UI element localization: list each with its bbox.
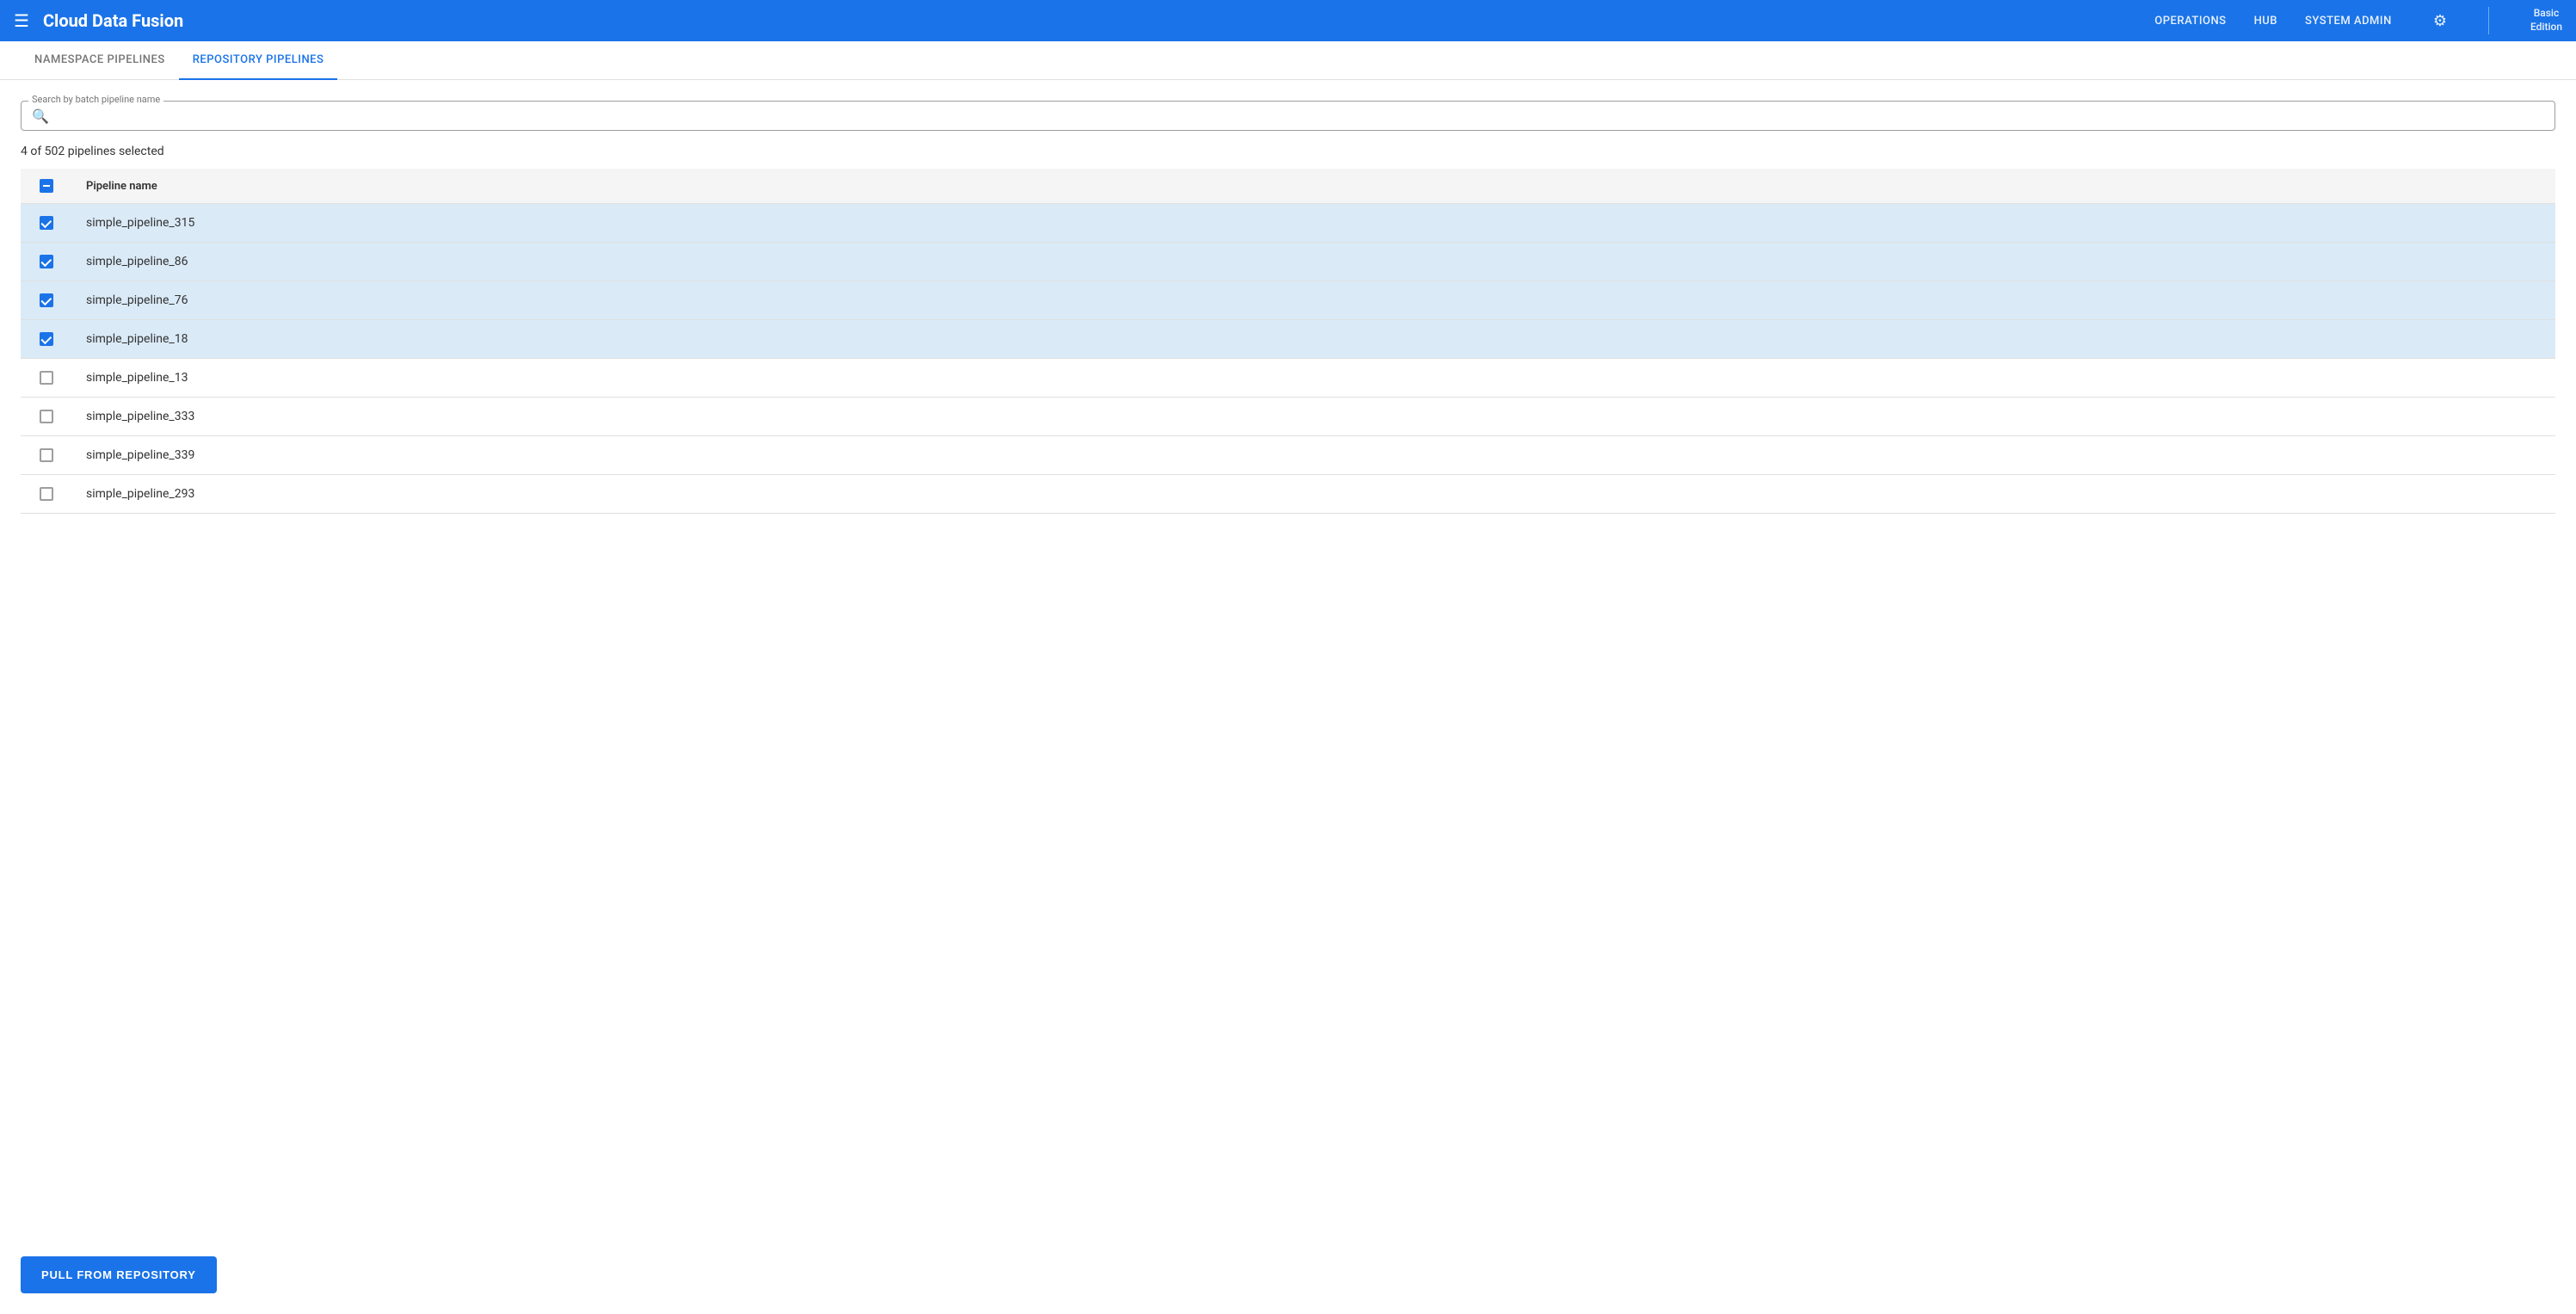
- row-checkbox[interactable]: [40, 293, 53, 307]
- tabs-bar: NAMESPACE PIPELINES REPOSITORY PIPELINES: [0, 41, 2576, 80]
- tab-namespace-pipelines[interactable]: NAMESPACE PIPELINES: [21, 41, 179, 80]
- search-input[interactable]: [56, 108, 2544, 122]
- table-row: simple_pipeline_293: [21, 475, 2555, 514]
- select-all-checkbox[interactable]: [40, 179, 53, 193]
- table-header-row: Pipeline name: [21, 169, 2555, 204]
- pipeline-name-cell: simple_pipeline_76: [72, 281, 2555, 320]
- row-checkbox-cell[interactable]: [21, 281, 72, 320]
- pipeline-name-cell: simple_pipeline_293: [72, 475, 2555, 514]
- table-row: simple_pipeline_339: [21, 436, 2555, 475]
- pull-from-repository-button[interactable]: PULL FROM REPOSITORY: [21, 1256, 217, 1293]
- nav-system-admin[interactable]: SYSTEM ADMIN: [2305, 15, 2392, 28]
- row-checkbox[interactable]: [40, 332, 53, 346]
- nav-hub[interactable]: HUB: [2254, 15, 2277, 28]
- pipeline-name-cell: simple_pipeline_315: [72, 204, 2555, 243]
- pipeline-name-cell: simple_pipeline_339: [72, 436, 2555, 475]
- header: ☰ Cloud Data Fusion OPERATIONS HUB SYSTE…: [0, 0, 2576, 41]
- search-icon: 🔍: [32, 108, 49, 124]
- pipeline-name-cell: simple_pipeline_333: [72, 398, 2555, 436]
- main-content: Search by batch pipeline name 🔍 4 of 502…: [0, 80, 2576, 600]
- row-checkbox-cell[interactable]: [21, 436, 72, 475]
- row-checkbox[interactable]: [40, 448, 53, 462]
- gear-icon[interactable]: ⚙: [2433, 12, 2447, 30]
- app-logo: Cloud Data Fusion: [43, 10, 2154, 31]
- table-row: simple_pipeline_315: [21, 204, 2555, 243]
- nav-operations[interactable]: OPERATIONS: [2154, 15, 2226, 28]
- menu-icon[interactable]: ☰: [14, 12, 29, 29]
- tab-repository-pipelines[interactable]: REPOSITORY PIPELINES: [179, 41, 338, 80]
- row-checkbox-cell[interactable]: [21, 359, 72, 398]
- row-checkbox-cell[interactable]: [21, 204, 72, 243]
- table-row: simple_pipeline_13: [21, 359, 2555, 398]
- row-checkbox-cell[interactable]: [21, 475, 72, 514]
- header-pipeline-name: Pipeline name: [72, 169, 2555, 204]
- row-checkbox-cell[interactable]: [21, 398, 72, 436]
- pipeline-name-cell: simple_pipeline_86: [72, 243, 2555, 281]
- row-checkbox[interactable]: [40, 410, 53, 423]
- row-checkbox[interactable]: [40, 371, 53, 385]
- table-row: simple_pipeline_86: [21, 243, 2555, 281]
- edition-label: Basic Edition: [2530, 7, 2562, 34]
- selection-status: 4 of 502 pipelines selected: [21, 145, 2555, 158]
- row-checkbox-cell[interactable]: [21, 320, 72, 359]
- pipeline-name-cell: simple_pipeline_13: [72, 359, 2555, 398]
- row-checkbox-cell[interactable]: [21, 243, 72, 281]
- table-row: simple_pipeline_333: [21, 398, 2555, 436]
- table-row: simple_pipeline_76: [21, 281, 2555, 320]
- header-divider: [2488, 7, 2489, 34]
- table-row: simple_pipeline_18: [21, 320, 2555, 359]
- pipeline-name-cell: simple_pipeline_18: [72, 320, 2555, 359]
- header-nav: OPERATIONS HUB SYSTEM ADMIN ⚙ Basic Edit…: [2154, 7, 2562, 34]
- search-container: Search by batch pipeline name 🔍: [21, 101, 2555, 131]
- row-checkbox[interactable]: [40, 255, 53, 268]
- row-checkbox[interactable]: [40, 216, 53, 230]
- header-checkbox-cell[interactable]: [21, 169, 72, 204]
- search-label: Search by batch pipeline name: [28, 94, 163, 105]
- row-checkbox[interactable]: [40, 487, 53, 501]
- pipelines-table: Pipeline name simple_pipeline_315simple_…: [21, 169, 2555, 514]
